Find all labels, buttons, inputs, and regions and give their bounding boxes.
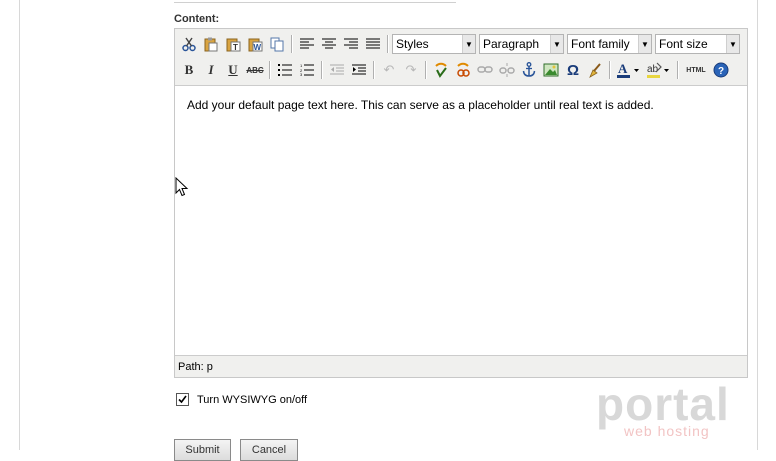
indent-icon[interactable] [349, 60, 369, 80]
dropdown-arrow-icon: ▼ [550, 35, 563, 53]
paste-word-icon[interactable]: W [245, 34, 265, 54]
spellcheck-icon[interactable] [431, 60, 451, 80]
separator [609, 61, 611, 79]
dropdown-arrow-icon: ▼ [462, 35, 475, 53]
format-select[interactable]: Paragraph ▼ [479, 34, 564, 54]
separator [425, 61, 427, 79]
align-right-icon[interactable] [341, 34, 361, 54]
wysiwyg-label: Turn WYSIWYG on/off [197, 393, 308, 406]
styles-select[interactable]: Styles ▼ [392, 34, 476, 54]
font-family-select[interactable]: Font family ▼ [567, 34, 652, 54]
align-left-icon[interactable] [297, 34, 317, 54]
svg-text:ab: ab [647, 64, 659, 75]
paste-icon[interactable] [201, 34, 221, 54]
editor-toolbar: T W Styles ▼ Paragraph ▼ Font family ▼ F… [175, 29, 747, 86]
content-label: Content: [174, 13, 220, 25]
text-color-button[interactable]: A [615, 60, 643, 80]
special-character-button[interactable]: Ω [563, 60, 583, 80]
font-size-select-value: Font size [659, 37, 708, 51]
editor-body-text: Add your default page text here. This ca… [187, 98, 654, 112]
toolbar-row-1: T W Styles ▼ Paragraph ▼ Font family ▼ F… [175, 31, 743, 57]
separator [373, 61, 375, 79]
cleanup-icon[interactable] [585, 60, 605, 80]
svg-text:W: W [254, 43, 262, 52]
numbered-list-icon[interactable]: 123 [297, 60, 317, 80]
wysiwyg-checkbox[interactable] [176, 393, 189, 406]
undo-icon[interactable]: ↶ [379, 60, 399, 80]
separator [291, 35, 293, 53]
svg-text:?: ? [718, 66, 724, 77]
underline-button[interactable]: U [223, 60, 243, 80]
separator [269, 61, 271, 79]
element-path[interactable]: Path: p [178, 361, 213, 373]
wysiwyg-editor: T W Styles ▼ Paragraph ▼ Font family ▼ F… [174, 28, 748, 378]
portal-watermark-logo: portal web hosting [596, 381, 746, 441]
wysiwyg-toggle[interactable]: Turn WYSIWYG on/off [176, 393, 307, 406]
align-center-icon[interactable] [319, 34, 339, 54]
submit-button[interactable]: Submit [174, 439, 231, 461]
font-size-select[interactable]: Font size ▼ [655, 34, 740, 54]
svg-text:3: 3 [300, 72, 303, 76]
toolbar-row-2: B I U ABC 123 ↶ ↷ Ω A ab HTML ? [175, 57, 732, 83]
outdent-icon[interactable] [327, 60, 347, 80]
separator [321, 61, 323, 79]
link-icon[interactable] [475, 60, 495, 80]
align-justify-icon[interactable] [363, 34, 383, 54]
help-icon[interactable]: ? [711, 60, 731, 80]
paste-text-icon[interactable]: T [223, 34, 243, 54]
cut-icon[interactable] [179, 34, 199, 54]
anchor-icon[interactable] [519, 60, 539, 80]
svg-text:T: T [233, 43, 238, 52]
watermark-subtitle: web hosting [624, 423, 710, 439]
dropdown-arrow-icon: ▼ [638, 35, 651, 53]
font-family-select-value: Font family [571, 37, 630, 51]
dropdown-arrow-icon: ▼ [726, 35, 739, 53]
mouse-pointer-icon [175, 176, 189, 200]
bold-button[interactable]: B [179, 60, 199, 80]
separator [387, 35, 389, 53]
svg-text:A: A [618, 61, 628, 76]
background-color-button[interactable]: ab [645, 60, 673, 80]
strikethrough-button[interactable]: ABC [245, 60, 265, 80]
italic-button[interactable]: I [201, 60, 221, 80]
bullet-list-icon[interactable] [275, 60, 295, 80]
format-select-value: Paragraph [483, 37, 540, 51]
copy-icon[interactable] [267, 34, 287, 54]
unlink-icon[interactable] [497, 60, 517, 80]
watermark-brand: portal [596, 378, 730, 430]
redo-icon[interactable]: ↷ [401, 60, 421, 80]
editor-statusbar: Path: p [175, 355, 747, 377]
styles-select-value: Styles [396, 37, 429, 51]
html-source-button[interactable]: HTML [683, 60, 709, 80]
separator [677, 61, 679, 79]
editor-content-area[interactable]: Add your default page text here. This ca… [175, 86, 747, 355]
cancel-button[interactable]: Cancel [240, 439, 298, 461]
image-icon[interactable] [541, 60, 561, 80]
spellcheck-advanced-icon[interactable] [453, 60, 473, 80]
previous-field-border [174, 0, 456, 3]
